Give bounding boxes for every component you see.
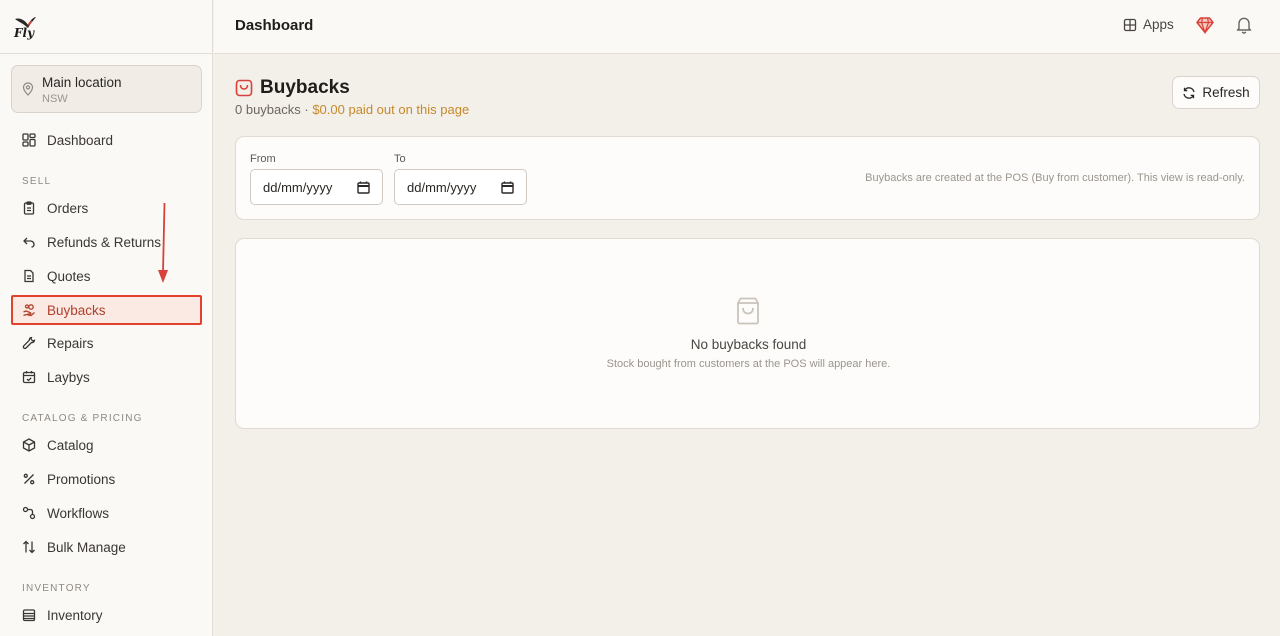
clipboard-icon — [21, 200, 37, 216]
sidebar-item-buybacks[interactable]: Buybacks — [11, 295, 202, 325]
sidebar-item-promotions[interactable]: Promotions — [11, 464, 202, 494]
sidebar-item-workflows[interactable]: Workflows — [11, 498, 202, 528]
map-pin-icon — [22, 82, 34, 96]
section-label-sell: SELL — [22, 176, 52, 187]
sidebar-item-label: Orders — [47, 200, 89, 216]
calendar-icon[interactable] — [357, 181, 370, 194]
section-label-catalog: CATALOG & PRICING — [22, 413, 143, 424]
location-region: NSW — [42, 93, 68, 105]
buyback-count: 0 buybacks · — [235, 102, 313, 117]
sidebar-item-orders[interactable]: Orders — [11, 193, 202, 223]
document-icon — [21, 268, 37, 284]
sidebar-item-refunds[interactable]: Refunds & Returns — [11, 227, 202, 257]
sidebar-item-inventory[interactable]: Inventory — [11, 600, 202, 630]
sidebar-item-repairs[interactable]: Repairs — [11, 328, 202, 358]
topbar-title: Dashboard — [235, 17, 314, 34]
undo-icon — [21, 234, 37, 250]
from-label: From — [250, 153, 276, 165]
sidebar: Fly Main location NSW Dashboard SELL Ord… — [0, 0, 213, 636]
sidebar-divider — [0, 53, 213, 54]
apps-button[interactable]: Apps — [1123, 17, 1174, 32]
paid-out-summary: $0.00 paid out on this page — [312, 102, 470, 117]
from-date-value: dd/mm/yyyy — [263, 179, 333, 195]
refresh-icon — [1183, 86, 1196, 99]
sidebar-item-laybys[interactable]: Laybys — [11, 362, 202, 392]
sidebar-item-catalog[interactable]: Catalog — [11, 430, 202, 460]
wrench-icon — [21, 335, 37, 351]
empty-state-title: No buybacks found — [690, 337, 807, 352]
sidebar-item-label: Promotions — [47, 471, 116, 487]
bell-icon[interactable] — [1236, 16, 1252, 34]
warehouse-icon — [21, 607, 37, 623]
sidebar-item-label: Catalog — [47, 437, 94, 453]
sidebar-item-label: Repairs — [47, 335, 94, 351]
dashboard-icon — [21, 132, 37, 148]
sidebar-item-label: Refunds & Returns — [47, 234, 162, 250]
read-only-note: Buybacks are created at the POS (Buy fro… — [865, 172, 1245, 184]
gem-icon[interactable] — [1196, 16, 1214, 34]
percent-icon — [21, 471, 37, 487]
sidebar-item-label: Dashboard — [47, 132, 114, 148]
sidebar-item-label: Workflows — [47, 505, 110, 521]
location-selector[interactable]: Main location NSW — [11, 65, 202, 113]
calendar-check-icon — [21, 369, 37, 385]
hand-coins-icon — [21, 302, 37, 318]
apps-label: Apps — [1143, 17, 1174, 32]
page-subtitle: 0 buybacks · $0.00 paid out on this page — [235, 102, 469, 117]
section-label-inventory: INVENTORY — [22, 583, 91, 594]
from-date-input[interactable]: dd/mm/yyyy — [250, 169, 383, 205]
sidebar-item-label: Inventory — [47, 607, 103, 623]
location-name: Main location — [42, 75, 122, 90]
annotation-arrow-icon — [158, 202, 168, 283]
sidebar-item-label: Bulk Manage — [47, 539, 126, 555]
sidebar-item-label: Buybacks — [47, 302, 106, 318]
shopping-bag-icon — [737, 297, 759, 325]
to-date-value: dd/mm/yyyy — [407, 179, 477, 195]
sidebar-item-bulk-manage[interactable]: Bulk Manage — [11, 532, 202, 562]
to-date-input[interactable]: dd/mm/yyyy — [394, 169, 527, 205]
shopping-bag-icon — [235, 79, 253, 97]
calendar-icon[interactable] — [501, 181, 514, 194]
empty-state-subtitle: Stock bought from customers at the POS w… — [606, 358, 891, 370]
sidebar-item-label: Quotes — [47, 268, 91, 284]
to-label: To — [394, 153, 406, 165]
top-bar: Dashboard Apps — [214, 0, 1280, 54]
sidebar-item-dashboard[interactable]: Dashboard — [11, 125, 202, 155]
refresh-label: Refresh — [1202, 85, 1250, 100]
workflow-icon — [21, 505, 37, 521]
date-filter-card: From dd/mm/yyyy To dd/mm/yyyy Buybacks a… — [235, 136, 1260, 220]
sidebar-item-label: Laybys — [47, 369, 90, 385]
brand-name: Fly — [14, 26, 35, 40]
refresh-button[interactable]: Refresh — [1172, 76, 1260, 109]
grid-icon — [1123, 18, 1137, 31]
page-title: Buybacks — [260, 77, 350, 98]
sidebar-item-quotes[interactable]: Quotes — [11, 261, 202, 291]
box-icon — [21, 437, 37, 453]
buybacks-empty-state: No buybacks found Stock bought from cust… — [235, 238, 1260, 429]
arrows-up-down-icon — [21, 539, 37, 555]
